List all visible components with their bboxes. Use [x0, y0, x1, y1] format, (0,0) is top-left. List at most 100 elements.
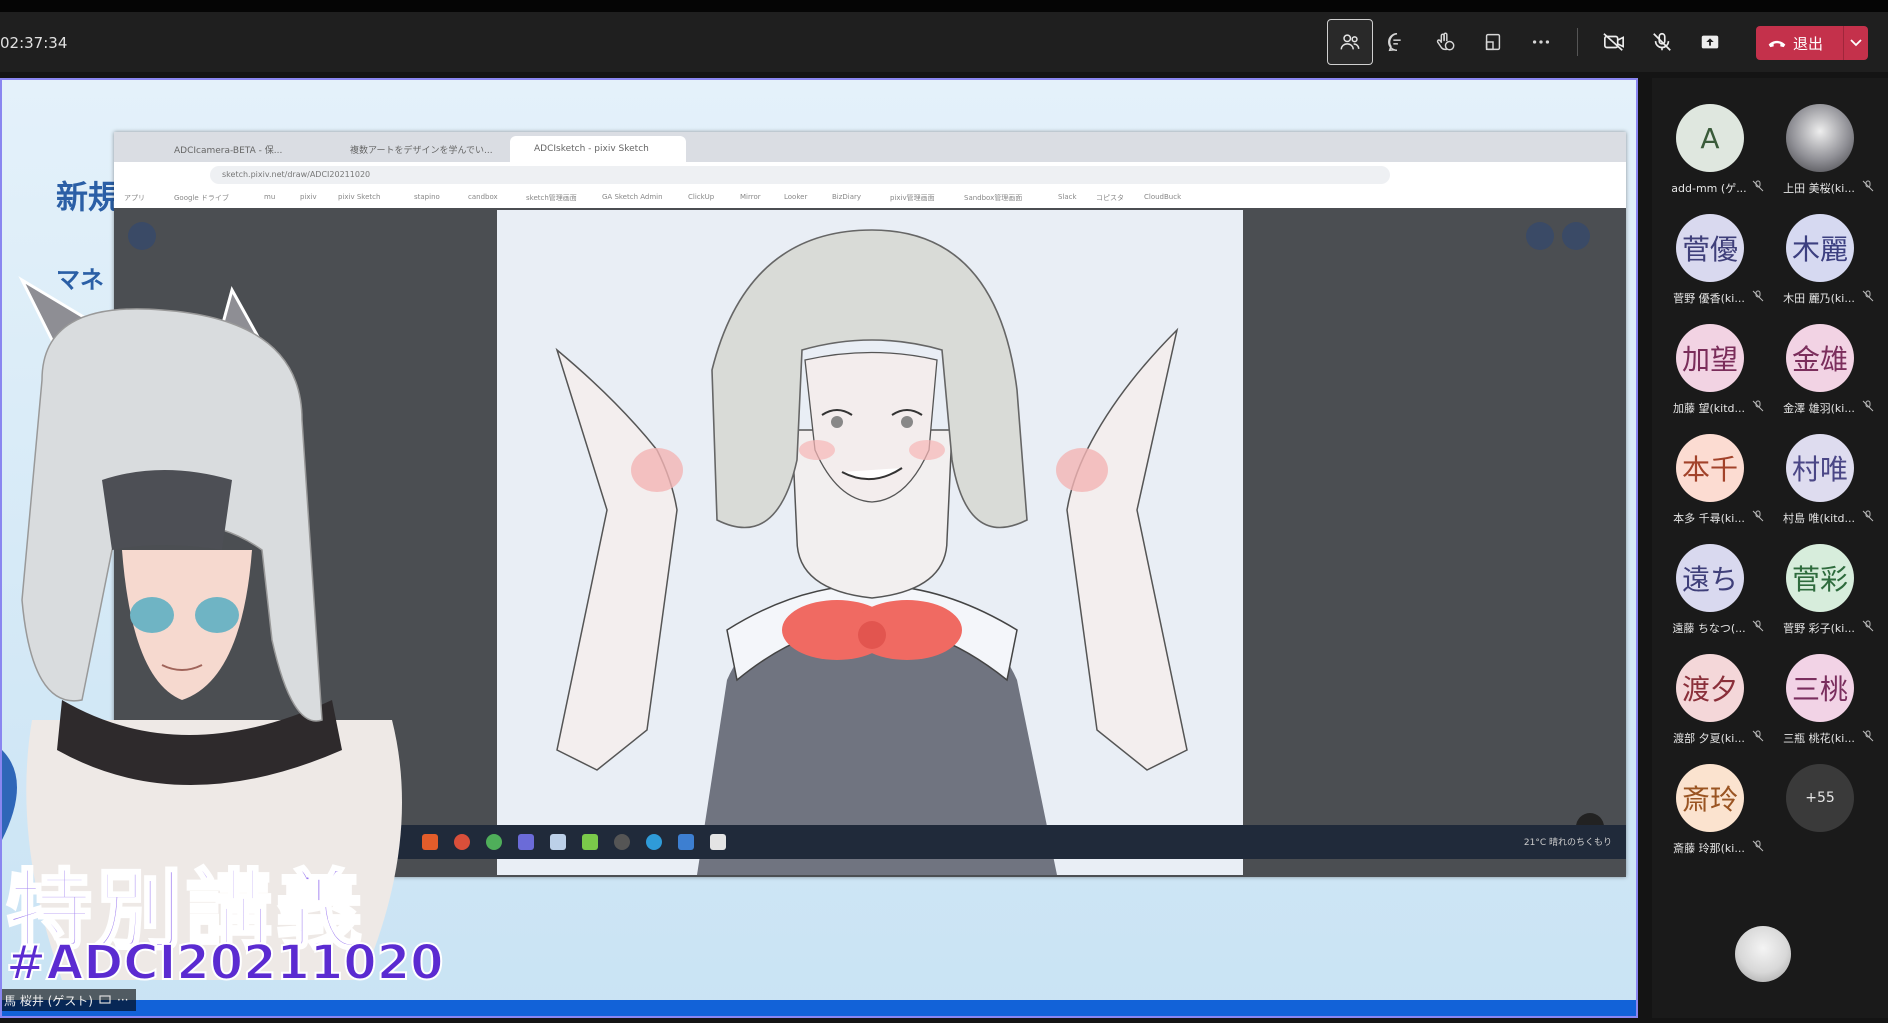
toolbar-separator	[1577, 28, 1578, 56]
participant-tile[interactable]: 加望加藤 望(kitd...	[1654, 316, 1764, 426]
bookmark[interactable]: sketch管理画面	[526, 193, 577, 203]
mic-muted-icon	[1862, 730, 1874, 742]
bookmark[interactable]: GA Sketch Admin	[602, 193, 663, 201]
participant-tile[interactable]: 本千本多 千尋(ki...	[1654, 426, 1764, 536]
participant-initials: 木麗	[1786, 214, 1854, 282]
mic-toggle-button[interactable]	[1639, 19, 1685, 65]
taskbar-app-icon[interactable]	[710, 834, 726, 850]
taskbar-app-icon[interactable]	[582, 834, 598, 850]
participants-button[interactable]	[1327, 19, 1373, 65]
participant-initials: A	[1676, 104, 1744, 172]
bookmark[interactable]: Mirror	[740, 193, 761, 201]
bookmark[interactable]: CloudBuck	[1144, 193, 1181, 201]
shared-screen-stage: 新規 マネ ADCIcamera-BETA - 保... 複数アートをデザインを…	[0, 78, 1638, 1018]
leave-main[interactable]: 退出	[1756, 33, 1843, 54]
self-view-avatar[interactable]	[1735, 926, 1791, 982]
taskbar-weather: 21°C 晴れのちくもり	[1523, 838, 1612, 848]
taskbar-app-icon[interactable]	[550, 834, 566, 850]
taskbar-app-icon[interactable]	[614, 834, 630, 850]
participant-initials: 遠ち	[1676, 544, 1744, 612]
bookmark[interactable]: pixiv管理画面	[890, 193, 935, 203]
participant-tile[interactable]: 村唯村島 唯(kitd...	[1764, 426, 1874, 536]
mic-muted-icon	[1862, 400, 1874, 412]
bookmark[interactable]: ClickUp	[688, 193, 714, 201]
chat-button[interactable]	[1374, 19, 1420, 65]
participant-name: add-mm (ゲ...	[1671, 182, 1747, 195]
bookmark[interactable]: BizDiary	[832, 193, 861, 201]
reactions-button[interactable]	[1422, 19, 1468, 65]
breakout-rooms-button[interactable]	[1470, 19, 1516, 65]
taskbar-app-icon[interactable]	[678, 834, 694, 850]
participant-tile[interactable]: 菅優 菅野 優香(ki...	[1654, 206, 1764, 316]
leave-meeting-button[interactable]: 退出	[1756, 26, 1868, 60]
mic-muted-icon	[1752, 510, 1764, 522]
participant-tile[interactable]: Aadd-mm (ゲ...	[1654, 96, 1764, 206]
leave-options-button[interactable]	[1844, 39, 1868, 47]
bookmark[interactable]: コピスタ	[1096, 193, 1124, 203]
browser-tab-active[interactable]: ADCIsketch - pixiv Sketch	[510, 136, 686, 162]
bookmark[interactable]: Sandbox管理画面	[964, 193, 1022, 203]
taskbar-app-icon[interactable]	[518, 834, 534, 850]
participant-initials: 斎玲	[1676, 764, 1744, 832]
participant-tile[interactable]: 上田 美桜(ki...	[1764, 96, 1874, 206]
mic-muted-icon	[1862, 180, 1874, 192]
participant-initials: +55	[1786, 764, 1854, 832]
presenter-avatar-overlay: 特別講義 #ADCI20211020	[2, 80, 502, 1016]
window-top-strip	[0, 0, 1888, 12]
mic-muted-icon	[1752, 180, 1764, 192]
participant-name: 木田 麗乃(ki...	[1783, 292, 1855, 305]
taskbar-app-icon[interactable]	[646, 834, 662, 850]
desktop-taskbar-strip	[2, 1000, 1636, 1016]
participant-name: 村島 唯(kitd...	[1783, 512, 1855, 525]
participant-name: 菅野 彩子(ki...	[1783, 622, 1855, 635]
screen-share-indicator-icon	[99, 995, 111, 1004]
participant-photo	[1786, 104, 1854, 172]
participant-initials: 本千	[1676, 434, 1744, 502]
participant-tile[interactable]: 菅彩菅野 彩子(ki...	[1764, 536, 1874, 646]
participant-name: 本多 千尋(ki...	[1673, 512, 1745, 525]
share-screen-button[interactable]	[1687, 19, 1733, 65]
participant-name: 三瓶 桃花(ki...	[1783, 732, 1855, 745]
mic-muted-icon	[1752, 730, 1764, 742]
hangup-icon	[1768, 40, 1786, 48]
participant-name: 菅野 優香(ki...	[1673, 292, 1745, 305]
mic-off-icon	[1653, 32, 1671, 51]
more-participants-tile[interactable]: +55	[1764, 756, 1874, 866]
leave-label: 退出	[1793, 34, 1824, 53]
participant-tile[interactable]: 渡夕渡部 夕夏(ki...	[1654, 646, 1764, 756]
sketch-undo-icon[interactable]	[1526, 222, 1554, 250]
mic-muted-icon	[1752, 290, 1764, 302]
participant-tile[interactable]: 斎玲斎藤 玲那(ki...	[1654, 756, 1764, 866]
participant-name: 斎藤 玲那(ki...	[1673, 842, 1745, 855]
participant-name: 金澤 雄羽(ki...	[1783, 402, 1855, 415]
camera-toggle-button[interactable]	[1591, 19, 1637, 65]
more-actions-button[interactable]	[1518, 19, 1564, 65]
bookmark[interactable]: Looker	[784, 193, 807, 201]
sketch-redo-icon[interactable]	[1562, 222, 1590, 250]
reactions-icon	[1436, 32, 1455, 51]
bookmark[interactable]: Slack	[1058, 193, 1077, 201]
participant-name: 遠藤 ちなつ(...	[1672, 622, 1746, 635]
drawing-canvas[interactable]	[497, 210, 1243, 875]
presenter-name-tag: 馬 桜井 (ゲスト) ···	[2, 989, 137, 1011]
presenter-more-icon[interactable]: ···	[117, 993, 128, 1007]
participant-tile[interactable]: 金雄金澤 雄羽(ki...	[1764, 316, 1874, 426]
participant-tile[interactable]: 木麗木田 麗乃(ki...	[1764, 206, 1874, 316]
participant-name: 渡部 夕夏(ki...	[1673, 732, 1745, 745]
share-icon	[1701, 35, 1719, 49]
participant-tile[interactable]: 三桃 三瓶 桃花(ki...	[1764, 646, 1874, 756]
mic-muted-icon	[1752, 620, 1764, 632]
participant-name: 加藤 望(kitd...	[1673, 402, 1745, 415]
participant-initials: 渡夕	[1676, 654, 1744, 722]
participant-tile[interactable]: 遠ち遠藤 ちなつ(...	[1654, 536, 1764, 646]
presenter-name: 馬 桜井 (ゲスト)	[4, 993, 93, 1008]
mic-muted-icon	[1752, 400, 1764, 412]
participant-initials: 金雄	[1786, 324, 1854, 392]
participant-initials: 菅彩	[1786, 544, 1854, 612]
mic-muted-icon	[1862, 620, 1874, 632]
participant-name: 上田 美桜(ki...	[1783, 182, 1855, 195]
participant-initials: 村唯	[1786, 434, 1854, 502]
participant-initials: 加望	[1676, 324, 1744, 392]
rooms-icon	[1485, 33, 1501, 51]
more-icon	[1532, 40, 1550, 44]
